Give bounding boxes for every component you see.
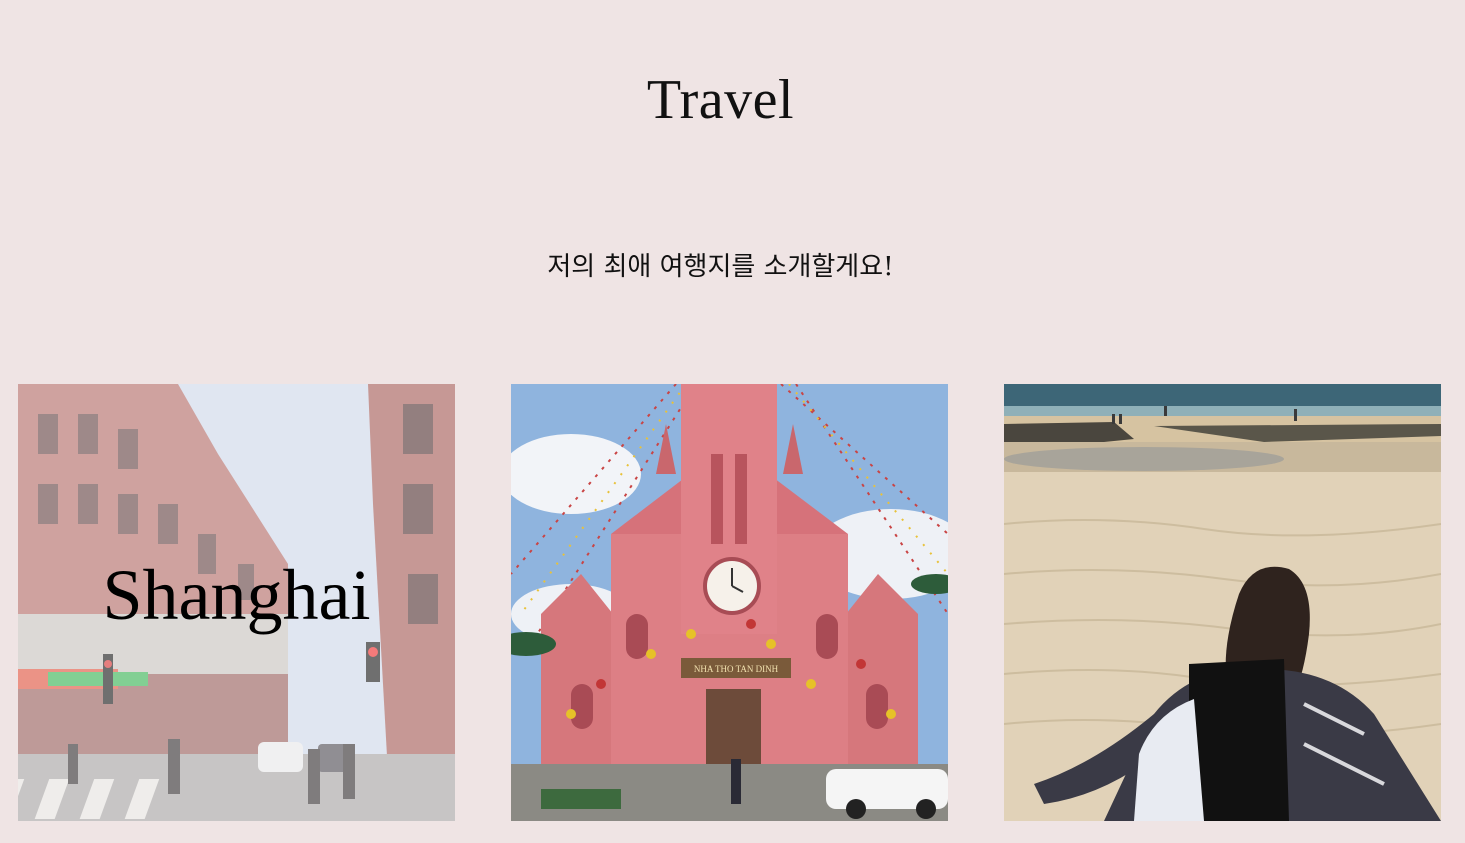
beach-image: [1004, 384, 1441, 821]
page-subtitle: 저의 최애 여행지를 소개할게요!: [547, 252, 894, 282]
card-label-shanghai: Shanghai: [102, 555, 371, 635]
gallery-card-church[interactable]: NHA THO TAN DINH: [511, 384, 948, 821]
gallery-card-beach[interactable]: [1004, 384, 1441, 821]
pink-church-image: NHA THO TAN DINH: [511, 384, 948, 821]
page-title: Travel: [646, 69, 795, 131]
church-sign-text: NHA THO TAN DINH: [694, 664, 779, 674]
travel-page: Travel 저의 최애 여행지를 소개할게요! Shanghai NHA TH…: [0, 0, 1465, 843]
gallery-card-shanghai[interactable]: Shanghai: [18, 384, 455, 821]
